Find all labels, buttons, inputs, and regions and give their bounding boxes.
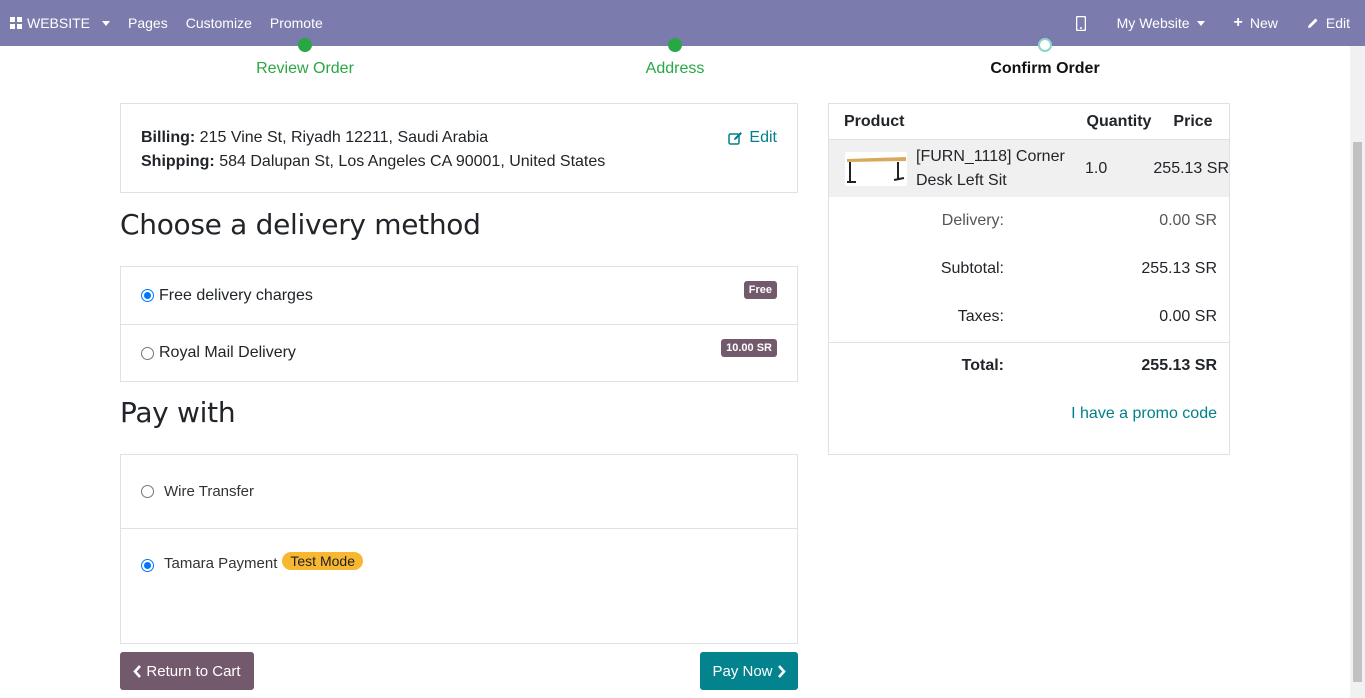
pencil-icon	[1307, 18, 1318, 28]
col-product: Product	[844, 112, 905, 130]
delivery-radio[interactable]	[141, 289, 154, 302]
billing-line: Billing: 215 Vine St, Riyadh 12211, Saud…	[141, 126, 777, 150]
new-button-label: New	[1249, 15, 1278, 31]
test-mode-badge: Test Mode	[282, 552, 363, 570]
delivery-option-royal-mail[interactable]: Royal Mail Delivery 10.00 SR	[121, 324, 797, 381]
apps-menu-button[interactable]: WEBSITE	[0, 0, 119, 46]
address-summary-card: Billing: 215 Vine St, Riyadh 12211, Saud…	[120, 103, 798, 193]
menu-pages[interactable]: Pages	[119, 0, 177, 46]
step-label: Address	[645, 60, 705, 77]
chevron-left-icon	[133, 664, 142, 678]
delivery-radio[interactable]	[141, 346, 154, 360]
promo-code-link[interactable]: I have a promo code	[1071, 405, 1217, 423]
caret-down-icon	[1196, 20, 1205, 26]
pay-now-button[interactable]: Pay Now	[700, 652, 798, 690]
page-scrollbar[interactable]	[1350, 46, 1365, 698]
step-label: Confirm Order	[990, 60, 1100, 77]
edit-page-label: Edit	[1325, 15, 1350, 31]
subtotal-amount: 255.13 SR	[1141, 260, 1217, 277]
divider	[829, 342, 1229, 343]
mobile-preview-button[interactable]	[1060, 0, 1102, 46]
step-confirm-order: Confirm Order	[945, 38, 1145, 78]
step-check-icon	[298, 38, 312, 52]
shipping-line: Shipping: 584 Dalupan St, Los Angeles CA…	[141, 150, 777, 174]
delivery-label: Delivery:	[941, 212, 1004, 229]
product-name: [FURN_1118] Corner Desk Left Sit	[916, 147, 1065, 189]
payment-radio[interactable]	[141, 485, 154, 498]
col-price: Price	[1173, 112, 1213, 130]
billing-address: 215 Vine St, Riyadh 12211, Saudi Arabia	[199, 129, 489, 146]
pay-now-label: Pay Now	[712, 662, 773, 680]
payment-option-wire-transfer[interactable]: Wire Transfer	[121, 455, 797, 529]
chevron-right-icon	[777, 664, 786, 678]
delivery-option-label: Royal Mail Delivery	[159, 344, 296, 361]
delivery-price-badge: 10.00 SR	[721, 339, 777, 357]
admin-navbar: WEBSITE Pages Customize Promote My Websi…	[0, 0, 1365, 46]
menu-customize[interactable]: Customize	[177, 0, 261, 46]
step-check-icon	[668, 38, 682, 52]
step-current-icon	[1038, 38, 1052, 52]
apps-menu-label: WEBSITE	[27, 15, 91, 31]
edit-address-link[interactable]: Edit	[728, 126, 777, 150]
product-image	[844, 150, 908, 188]
delivery-option-label: Free delivery charges	[159, 286, 313, 304]
delivery-method-list: Free delivery charges Free Royal Mail De…	[120, 266, 798, 382]
shipping-address: 584 Dalupan St, Los Angeles CA 90001, Un…	[219, 153, 606, 170]
delivery-option-free[interactable]: Free delivery charges Free	[121, 267, 797, 324]
mobile-icon	[1075, 15, 1086, 31]
subtotal-label: Subtotal:	[940, 260, 1004, 277]
taxes-amount: 0.00 SR	[1159, 308, 1217, 325]
payment-heading: Pay with	[120, 396, 236, 429]
billing-label: Billing:	[141, 129, 196, 146]
edit-page-button[interactable]: Edit	[1292, 0, 1365, 46]
product-quantity: 1.0	[1085, 159, 1108, 177]
step-review-order[interactable]: Review Order	[205, 38, 405, 78]
delivery-heading: Choose a delivery method	[120, 208, 481, 241]
taxes-label: Taxes:	[957, 308, 1004, 325]
delivery-amount: 0.00 SR	[1159, 212, 1217, 229]
col-quantity: Quantity	[1086, 112, 1152, 130]
edit-icon	[728, 132, 743, 145]
step-label: Review Order	[256, 60, 354, 77]
return-to-cart-label: Return to Cart	[146, 662, 241, 680]
return-to-cart-button[interactable]: Return to Cart	[120, 652, 254, 690]
website-switcher[interactable]: My Website	[1102, 0, 1220, 46]
edit-address-label: Edit	[749, 129, 777, 146]
caret-down-icon	[102, 20, 111, 26]
scrollbar-thumb[interactable]	[1353, 142, 1362, 682]
order-summary-header: Product Quantity Price	[829, 104, 1229, 140]
total-amount: 255.13 SR	[1141, 357, 1217, 374]
payment-option-label: Wire Transfer	[164, 483, 255, 500]
payment-radio[interactable]	[141, 559, 154, 572]
payment-method-list: Wire Transfer Tamara Payment Test Mode	[120, 454, 798, 644]
menu-promote[interactable]: Promote	[261, 0, 332, 46]
plus-icon: +	[1233, 14, 1243, 31]
delivery-price-badge: Free	[743, 281, 777, 299]
product-price: 255.13 SR	[1153, 159, 1229, 177]
shipping-label: Shipping:	[141, 153, 215, 170]
website-switcher-label: My Website	[1116, 15, 1190, 31]
cart-line-item: [FURN_1118] Corner Desk Left Sit 1.0 255…	[829, 140, 1229, 197]
payment-option-label: Tamara Payment	[164, 555, 278, 572]
payment-option-tamara[interactable]: Tamara Payment Test Mode	[121, 529, 797, 643]
order-summary: Product Quantity Price [FURN_1118] Corne…	[828, 103, 1230, 455]
step-address[interactable]: Address	[575, 38, 775, 78]
apps-grid-icon	[10, 17, 22, 29]
total-label: Total:	[961, 357, 1004, 374]
new-button[interactable]: + New	[1220, 0, 1292, 46]
